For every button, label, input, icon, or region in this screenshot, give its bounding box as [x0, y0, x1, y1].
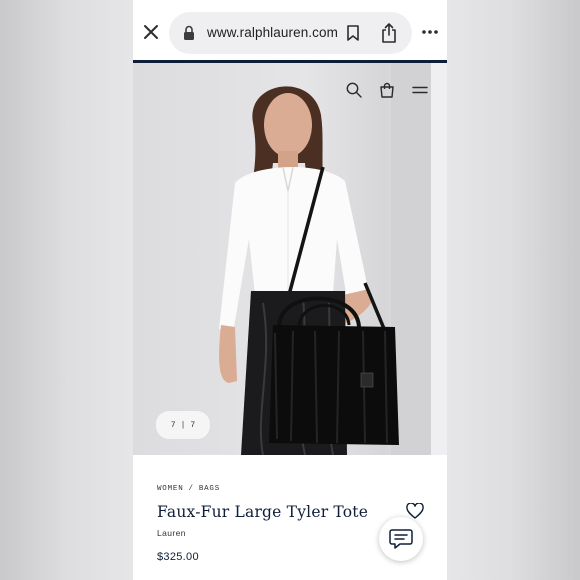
more-icon[interactable]: [420, 24, 440, 40]
product-brand: Lauren: [157, 528, 186, 538]
chat-icon: [389, 529, 413, 549]
pager-separator: |: [180, 420, 186, 430]
heart-icon[interactable]: [406, 502, 424, 519]
share-icon[interactable]: [380, 22, 398, 44]
product-photo: [219, 63, 447, 455]
bookmark-icon[interactable]: [345, 24, 361, 42]
product-info: WOMEN / BAGS Faux-Fur Large Tyler Tote Lau…: [133, 455, 447, 580]
lock-icon: [183, 25, 195, 41]
breadcrumb-women[interactable]: WOMEN: [157, 485, 184, 493]
chat-button[interactable]: [379, 517, 423, 561]
search-icon[interactable]: [345, 81, 363, 99]
pager-total: 7: [190, 420, 196, 430]
close-icon[interactable]: [141, 22, 161, 42]
address-bar[interactable]: www.ralphlauren.com: [169, 12, 412, 54]
shopping-bag-icon[interactable]: [378, 81, 396, 99]
product-title: Faux-Fur Large Tyler Tote: [157, 503, 369, 521]
breadcrumb-bags[interactable]: BAGS: [199, 485, 220, 493]
breadcrumb: WOMEN / BAGS: [157, 485, 220, 493]
gallery-pager[interactable]: 7 | 7: [155, 410, 211, 440]
url-text: www.ralphlauren.com: [207, 25, 338, 40]
product-image[interactable]: 7 | 7: [133, 63, 447, 455]
phone-screen: www.ralphlauren.com 7 | 7 WOMEN / BAGS F…: [133, 0, 447, 580]
menu-icon[interactable]: [411, 81, 429, 99]
product-price: $325.00: [157, 551, 199, 563]
pager-current: 7: [170, 420, 176, 430]
breadcrumb-separator: /: [188, 485, 194, 493]
browser-bar: www.ralphlauren.com: [133, 0, 447, 62]
